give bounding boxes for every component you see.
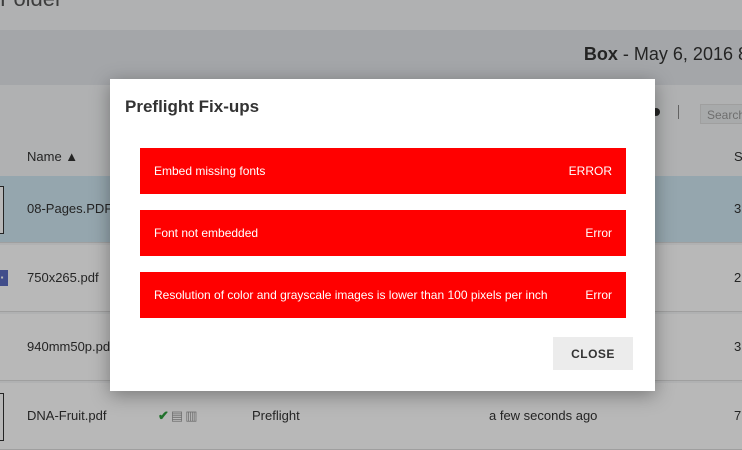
dialog-title: Preflight Fix-ups bbox=[125, 97, 260, 116]
fixup-item[interactable]: Font not embedded Error bbox=[140, 210, 626, 256]
fixup-status: Error bbox=[585, 226, 612, 240]
fixup-label: Font not embedded bbox=[154, 226, 259, 240]
close-button[interactable]: CLOSE bbox=[553, 337, 633, 370]
fixup-status: Error bbox=[585, 288, 612, 302]
fixup-item[interactable]: Embed missing fonts ERROR bbox=[140, 148, 626, 194]
fixup-item[interactable]: Resolution of color and grayscale images… bbox=[140, 272, 626, 318]
fixup-label: Embed missing fonts bbox=[154, 164, 266, 178]
preflight-fixups-dialog: Preflight Fix-ups Embed missing fonts ER… bbox=[110, 79, 655, 391]
fixup-status: ERROR bbox=[568, 164, 612, 178]
fixup-label: Resolution of color and grayscale images… bbox=[154, 288, 548, 302]
